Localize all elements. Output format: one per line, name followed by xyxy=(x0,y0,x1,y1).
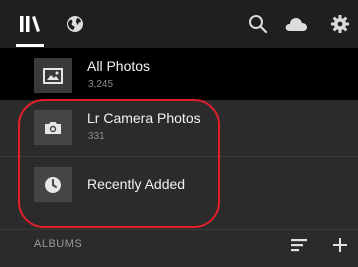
list-item-recently-added[interactable]: Recently Added xyxy=(0,157,358,211)
camera-icon xyxy=(34,110,72,145)
lightroom-panel: All Photos 3,245 Lr Camera Photos 331 Re… xyxy=(0,0,358,267)
sort-icon[interactable] xyxy=(288,234,310,256)
search-icon[interactable] xyxy=(246,12,270,36)
row-count: 3,245 xyxy=(88,79,114,90)
row-title: All Photos xyxy=(87,58,151,74)
top-toolbar xyxy=(0,0,358,48)
row-count: 331 xyxy=(88,131,105,142)
gear-icon[interactable] xyxy=(328,12,352,36)
albums-header: ALBUMS xyxy=(0,230,358,267)
active-tab-indicator xyxy=(16,44,44,47)
albums-label: ALBUMS xyxy=(34,238,83,250)
row-title: Recently Added xyxy=(87,176,186,192)
add-icon[interactable] xyxy=(329,234,351,256)
row-title: Lr Camera Photos xyxy=(87,110,201,126)
image-icon xyxy=(34,58,72,93)
cloud-icon[interactable] xyxy=(284,12,308,36)
clock-icon xyxy=(34,167,72,202)
list-item-lr-camera-photos[interactable]: Lr Camera Photos 331 xyxy=(0,100,358,154)
globe-icon[interactable] xyxy=(63,12,87,36)
list-item-all-photos[interactable]: All Photos 3,245 xyxy=(0,48,358,102)
library-icon[interactable] xyxy=(18,12,42,36)
